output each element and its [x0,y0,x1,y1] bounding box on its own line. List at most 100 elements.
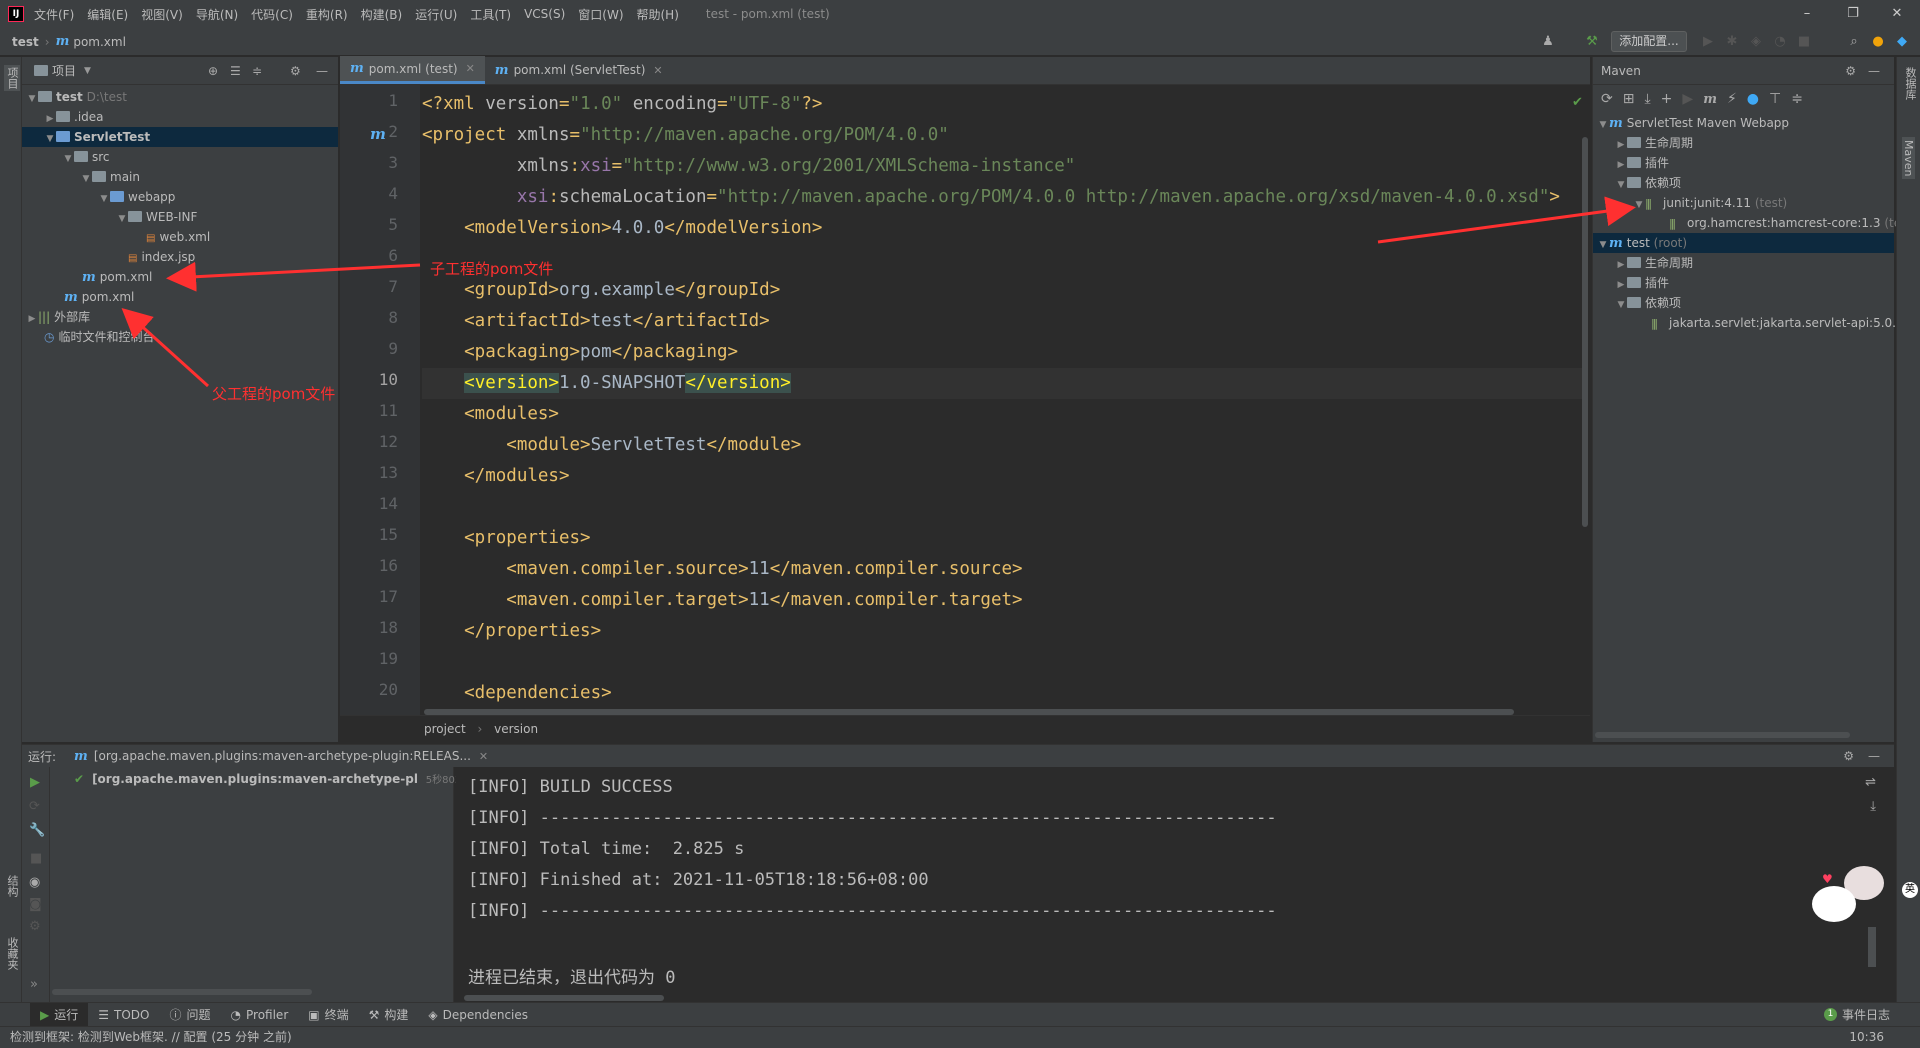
menu-view[interactable]: 视图(V) [141,6,183,23]
tab-pom-test[interactable]: m pom.xml (test) ✕ [340,56,485,84]
add-icon[interactable]: + [1661,91,1673,107]
plugin-icon[interactable]: ◆ [1894,34,1910,50]
toggle-offline-icon[interactable]: ⚡ [1727,91,1737,107]
gear-icon[interactable]: ⚙ [1843,749,1854,763]
tree-row-web-xml[interactable]: ▤ web.xml [22,227,338,247]
menu-build[interactable]: 构建(B) [361,6,403,23]
chevron-right-icon[interactable]: ▶ [1615,135,1627,155]
update-icon[interactable]: ● [1870,34,1886,50]
maven-row-lifecycle[interactable]: ▶ 生命周期 [1593,133,1894,153]
hide-icon[interactable]: — [316,64,328,78]
menu-file[interactable]: 文件(F) [34,6,74,23]
menu-vcs[interactable]: VCS(S) [524,7,565,21]
maven-row-plugins[interactable]: ▶ 插件 [1593,273,1894,293]
maven-horizontal-scrollbar[interactable] [1595,732,1850,738]
favorites-tool-button[interactable]: 收藏夹 [4,937,20,970]
chevron-down-icon[interactable]: ▼ [1633,195,1645,215]
vertical-scrollbar[interactable] [1582,137,1588,527]
user-icon[interactable]: ♟ [1540,34,1556,50]
tree-row-idea[interactable]: ▶ .idea [22,107,338,127]
breadcrumb-project[interactable]: project [424,722,466,736]
show-dependencies-icon[interactable]: ⊤ [1769,91,1781,107]
console-output[interactable]: [INFO] BUILD SUCCESS [INFO] ------------… [456,767,1876,1003]
collapse-all-icon[interactable]: ≑ [1791,91,1803,107]
tree-row-index-jsp[interactable]: ▤ index.jsp [22,247,338,267]
chevron-right-icon[interactable]: ▶ [1615,155,1627,175]
tab-todo[interactable]: ☰ TODO [88,1003,159,1027]
hammer-build-icon[interactable]: ⚒ [1584,34,1600,50]
nav-file[interactable]: pom.xml [73,35,126,49]
run-tree-scrollbar[interactable] [52,989,312,995]
skip-tests-icon[interactable]: ● [1747,91,1759,107]
tree-row-src[interactable]: ▼ src [22,147,338,167]
maven-tool-button[interactable]: Maven [1902,137,1915,180]
maven-row-dependencies[interactable]: ▼ 依赖项 [1593,293,1894,313]
stop-icon[interactable]: ■ [30,851,42,866]
eye-icon[interactable]: ◉ [29,875,40,890]
chevron-down-icon[interactable]: ▼ [62,149,74,169]
menu-code[interactable]: 代码(C) [251,6,293,23]
chevron-down-icon[interactable]: ▼ [26,89,38,109]
close-icon[interactable]: ✕ [479,750,488,763]
close-icon[interactable]: ✕ [653,64,662,77]
chevron-down-icon[interactable]: ▼ [80,169,92,189]
expand-all-icon[interactable]: ☰ [230,64,241,78]
ime-indicator[interactable]: 英 [1902,882,1918,898]
add-configuration-button[interactable]: 添加配置... [1611,31,1687,52]
project-panel-title[interactable]: 项目 [52,62,76,79]
chevron-down-icon[interactable]: ▼ [1597,235,1609,255]
tree-row-webapp[interactable]: ▼ webapp [22,187,338,207]
event-log-button[interactable]: 1 事件日志 [1814,1003,1900,1027]
tree-row-web-inf[interactable]: ▼ WEB-INF [22,207,338,227]
scroll-to-end-icon[interactable]: ⤓ [1870,799,1876,814]
tab-problems[interactable]: ⓘ 问题 [159,1003,220,1027]
run-tree-item[interactable]: ✔ [org.apache.maven.plugins:maven-archety… [74,771,481,786]
console-vertical-scrollbar[interactable] [1868,927,1876,967]
chevron-right-icon[interactable]: ▶ [1615,255,1627,275]
stop-icon[interactable]: ■ [1796,34,1812,50]
maven-row-dependencies[interactable]: ▼ 依赖项 [1593,173,1894,193]
close-window-button[interactable]: ✕ [1874,0,1920,28]
maven-row-servlettest[interactable]: ▼ m ServletTest Maven Webapp [1593,113,1894,133]
maximize-button[interactable]: ❐ [1830,0,1876,28]
tree-row-scratches[interactable]: ◷ 临时文件和控制台 [22,327,338,347]
nav-project[interactable]: test [12,35,39,49]
structure-tool-button[interactable]: 结构 [4,875,20,897]
settings-icon[interactable]: ⚙ [29,919,41,934]
maven-row-plugins[interactable]: ▶ 插件 [1593,153,1894,173]
chevron-down-icon[interactable]: ▼ [1615,295,1627,315]
maven-row-lifecycle[interactable]: ▶ 生命周期 [1593,253,1894,273]
intellij-logo[interactable]: IJ [8,6,24,22]
tree-row-main[interactable]: ▼ main [22,167,338,187]
gear-icon[interactable]: ⚙ [290,64,301,78]
status-message[interactable]: 检测到框架: 检测到Web框架. // 配置 (25 分钟 之前) [10,1030,292,1044]
locate-icon[interactable]: ⊕ [208,64,218,78]
tree-row-servlettest[interactable]: ▼ ServletTest [22,127,338,147]
tree-row-external-libraries[interactable]: ▶ ||| 外部库 [22,307,338,327]
run-icon[interactable]: ▶ [1682,91,1693,107]
maven-goal-icon[interactable]: m [1703,92,1717,107]
rerun-icon[interactable]: ▶ [30,775,40,790]
tab-build[interactable]: ⚒ 构建 [359,1003,419,1027]
hide-icon[interactable]: — [1868,57,1880,85]
debug-icon[interactable]: ✱ [1724,34,1740,50]
database-tool-button[interactable]: 数据库 [1902,67,1918,100]
maven-row-servlet-api[interactable]: ||| jakarta.servlet:jakarta.servlet-api:5… [1593,313,1904,333]
tab-profiler[interactable]: ◔ Profiler [221,1003,299,1027]
collapse-all-icon[interactable]: ≑ [252,64,262,78]
tab-pom-servlettest[interactable]: m pom.xml (ServletTest) ✕ [485,56,673,84]
chevron-down-icon[interactable]: ▼ [1597,115,1609,135]
maven-row-junit[interactable]: ▼ ||| junit:junit:4.11 (test) [1593,193,1894,213]
chevron-down-icon[interactable]: ▼ [44,129,56,149]
menu-window[interactable]: 窗口(W) [578,6,623,23]
camera-icon[interactable]: ◙ [29,897,42,912]
run-tab-label[interactable]: [org.apache.maven.plugins:maven-archetyp… [94,749,471,763]
chevron-down-icon[interactable]: ▼ [84,66,91,76]
tab-dependencies[interactable]: ◈ Dependencies [418,1003,538,1027]
menu-run[interactable]: 运行(U) [415,6,457,23]
reload-icon[interactable]: ⟳ [1601,91,1613,107]
project-tool-button[interactable]: 项目 [4,65,20,91]
code-area[interactable]: <?xml version="1.0" encoding="UTF-8"?> <… [340,85,1590,715]
coverage-icon[interactable]: ◈ [1748,34,1764,50]
maven-row-hamcrest[interactable]: |||org.hamcrest:hamcrest-core:1.3 (tes [1593,213,1907,233]
